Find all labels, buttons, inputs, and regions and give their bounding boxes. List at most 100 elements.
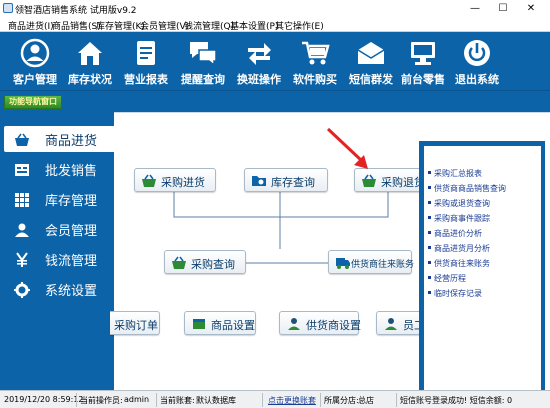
toolbar-label: 提醒查询 bbox=[181, 73, 225, 86]
goods-settings-button[interactable]: 商品设置 bbox=[184, 311, 256, 335]
menu-sales[interactable]: 商品销售(S) bbox=[52, 19, 101, 32]
function-nav-tab[interactable]: 功能导航窗口 bbox=[4, 95, 62, 109]
status-sms: 短信账号登录成功! 短信余额: 0 bbox=[400, 396, 513, 405]
menu-inventory[interactable]: 库存管理(K) bbox=[96, 19, 145, 32]
grid-icon bbox=[15, 193, 29, 207]
title-bar: 领智酒店销售系统 试用版v9.2 — ☐ ✕ bbox=[0, 0, 550, 18]
window-title: 领智酒店销售系统 试用版v9.2 bbox=[15, 6, 137, 16]
toolbar-exit-system[interactable]: 退出系统 bbox=[450, 32, 504, 90]
truck-icon bbox=[336, 258, 350, 269]
close-button[interactable]: ✕ bbox=[522, 1, 540, 16]
toolbar-customer-management[interactable]: 客户管理 bbox=[6, 32, 64, 90]
cart-icon bbox=[302, 41, 330, 65]
maximize-button[interactable]: ☐ bbox=[494, 1, 512, 16]
toolbar-shift-change[interactable]: 换班操作 bbox=[232, 32, 286, 90]
folder-search-icon bbox=[252, 176, 266, 186]
power-icon bbox=[464, 40, 490, 66]
toolbar-label: 退出系统 bbox=[455, 73, 499, 86]
report-link[interactable]: 采购或退货查询 bbox=[428, 198, 490, 209]
bullet-icon bbox=[428, 171, 431, 174]
bullet-icon bbox=[428, 246, 431, 249]
sidebar-item-label: 批发销售 bbox=[45, 164, 98, 179]
report-link-panel: 采购汇总报表 供货商商品销售查询 采购或退货查询 采购商事件跟踪 商品进价分析 … bbox=[419, 141, 545, 391]
button-label: 供货商设置 bbox=[306, 319, 361, 332]
basket-icon bbox=[362, 174, 376, 187]
toolbar-bulk-sms[interactable]: 短信群发 bbox=[344, 32, 398, 90]
sidebar-item-wholesale[interactable]: 批发销售 bbox=[4, 156, 114, 182]
gear-icon bbox=[14, 282, 30, 298]
sidebar-item-label: 商品进货 bbox=[45, 134, 98, 149]
status-account: 默认数据库 bbox=[196, 396, 236, 405]
button-label: 采购查询 bbox=[191, 258, 235, 271]
main-toolbar: 客户管理 库存状况 营业报表 提醒查询 换班操作 软件购买 短信群发 前台零售 bbox=[0, 32, 550, 90]
report-link[interactable]: 采购商事件跟踪 bbox=[428, 213, 490, 224]
switch-account-link[interactable]: 点击更换账套 bbox=[268, 395, 316, 406]
menu-settings[interactable]: 基本设置(P) bbox=[230, 19, 278, 32]
sidebar-item-inventory[interactable]: 库存管理 bbox=[4, 186, 114, 212]
sidebar-item-members[interactable]: 会员管理 bbox=[4, 216, 114, 242]
sidebar-item-purchase[interactable]: 商品进货 bbox=[4, 126, 114, 152]
toolbar-business-report[interactable]: 营业报表 bbox=[118, 32, 174, 90]
menu-purchase[interactable]: 商品进货(I) bbox=[8, 19, 54, 32]
toolbar-label: 换班操作 bbox=[237, 73, 281, 86]
status-bar: 2019/12/20 8:59:12 当前操作员: admin 当前账套: 默认… bbox=[0, 390, 550, 408]
report-link[interactable]: 临时保存记录 bbox=[428, 288, 482, 299]
function-nav-panel: 采购进货 库存查询 采购退货 采购查询 供货商往来账务 采购订单 商品设置 供货… bbox=[110, 112, 550, 391]
toolbar-stock-status[interactable]: 库存状况 bbox=[64, 32, 116, 90]
status-divider bbox=[262, 393, 263, 407]
toolbar-label: 软件购买 bbox=[293, 73, 337, 86]
button-label: 采购订单 bbox=[114, 319, 158, 332]
envelope-icon bbox=[357, 42, 385, 64]
button-label: 供货商往来账务 bbox=[351, 260, 415, 270]
report-icon bbox=[137, 41, 155, 65]
sidebar-item-label: 库存管理 bbox=[45, 194, 98, 209]
status-branch: 总店 bbox=[358, 396, 374, 405]
store-icon bbox=[411, 42, 435, 65]
minimize-button[interactable]: — bbox=[466, 1, 484, 16]
button-label: 库存查询 bbox=[271, 176, 315, 189]
supplier-account-button[interactable]: 供货商往来账务 bbox=[328, 250, 415, 274]
purchase-query-button[interactable]: 采购查询 bbox=[164, 250, 246, 274]
supplier-settings-button[interactable]: 供货商设置 bbox=[279, 311, 361, 335]
status-datetime: 2019/12/20 8:59:12 bbox=[4, 395, 84, 404]
toolbar-label: 营业报表 bbox=[124, 73, 168, 86]
menu-cashflow[interactable]: 钱流管理(Q) bbox=[184, 19, 234, 32]
report-link[interactable]: 供货商商品销售查询 bbox=[428, 183, 506, 194]
app-icon bbox=[3, 3, 13, 13]
status-divider bbox=[320, 393, 321, 407]
report-link[interactable]: 商品进价分析 bbox=[428, 228, 482, 239]
status-branch-label: 所属分店: bbox=[324, 396, 359, 405]
toolbar-label: 客户管理 bbox=[13, 73, 57, 86]
sidebar-item-system-settings[interactable]: 系统设置 bbox=[4, 276, 114, 302]
bullet-icon bbox=[428, 231, 431, 234]
sidebar-item-label: 系统设置 bbox=[45, 284, 98, 299]
stock-query-button[interactable]: 库存查询 bbox=[244, 168, 328, 192]
toolbar-buy-software[interactable]: 软件购买 bbox=[288, 32, 342, 90]
sidebar-item-cashflow[interactable]: 钱流管理 bbox=[4, 246, 114, 272]
bullet-icon bbox=[428, 276, 431, 279]
toolbar-label: 前台零售 bbox=[401, 73, 445, 86]
status-divider bbox=[396, 393, 397, 407]
sidebar: 商品进货 批发销售 库存管理 会员管理 钱流管理 系统设置 bbox=[0, 112, 114, 390]
report-link[interactable]: 供货商往来账务 bbox=[428, 258, 490, 269]
purchase-order-button[interactable]: 采购订单 bbox=[110, 311, 160, 335]
report-link[interactable]: 采购汇总报表 bbox=[428, 168, 482, 179]
purchase-in-button[interactable]: 采购进货 bbox=[134, 168, 216, 192]
button-label: 商品设置 bbox=[211, 319, 255, 332]
status-operator-label: 当前操作员: bbox=[80, 396, 123, 405]
status-divider bbox=[156, 393, 157, 407]
wholesale-icon bbox=[15, 164, 29, 176]
menu-members[interactable]: 会员管理(V) bbox=[140, 19, 189, 32]
bullet-icon bbox=[428, 216, 431, 219]
box-icon bbox=[193, 319, 205, 329]
basket-icon bbox=[142, 174, 156, 187]
basket-icon bbox=[15, 133, 29, 146]
toolbar-reminder-query[interactable]: 提醒查询 bbox=[176, 32, 230, 90]
basket-icon bbox=[172, 256, 186, 269]
toolbar-label: 库存状况 bbox=[68, 73, 112, 86]
toolbar-front-retail[interactable]: 前台零售 bbox=[398, 32, 448, 90]
menu-other[interactable]: 其它操作(E) bbox=[275, 19, 324, 32]
report-link[interactable]: 经营历程 bbox=[428, 273, 466, 284]
report-link[interactable]: 商品进货月分析 bbox=[428, 243, 490, 254]
bullet-icon bbox=[428, 291, 431, 294]
